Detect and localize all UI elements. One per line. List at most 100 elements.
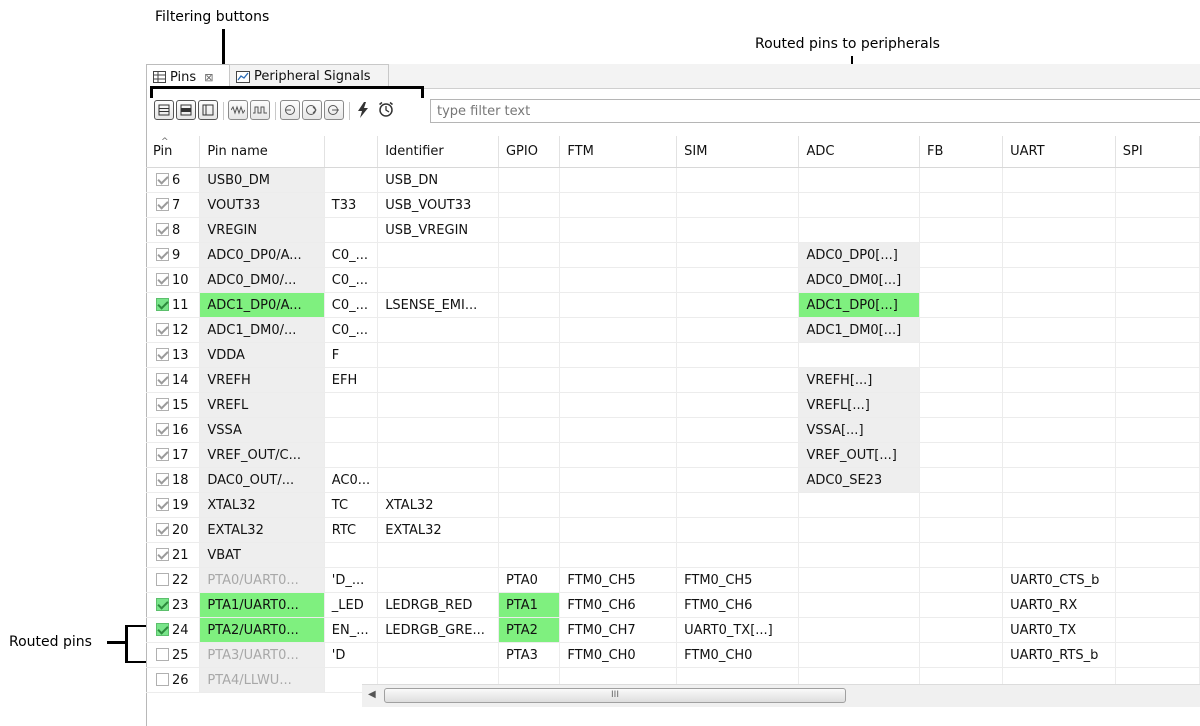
cell-label[interactable]: AC0... xyxy=(324,467,379,493)
cell-name[interactable]: PTA0/UART0... xyxy=(199,567,325,593)
cell-spi[interactable] xyxy=(1115,592,1200,618)
cell-adc[interactable]: ADC0_DM0[...] xyxy=(798,267,921,293)
cell-gpio[interactable] xyxy=(498,192,561,218)
cell-gpio[interactable] xyxy=(498,317,561,343)
close-icon[interactable]: ⊠ xyxy=(204,71,213,84)
cell-uart[interactable] xyxy=(1002,442,1116,468)
route-checkbox[interactable] xyxy=(156,497,169,511)
cell-uart[interactable] xyxy=(1002,217,1116,243)
cell-fb[interactable] xyxy=(919,367,1004,393)
table-row[interactable]: 25 PTA3/UART0... 'D PTA3 FTM0_CH0 FTM0_CH0 UAR… xyxy=(146,642,1200,668)
table-row[interactable]: 16 VSSA VSSA[...] xyxy=(146,417,1200,443)
cell-adc[interactable]: ADC1_DP0[...] xyxy=(798,292,921,318)
cell-uart[interactable] xyxy=(1002,292,1116,318)
route-checkbox[interactable] xyxy=(156,322,169,336)
cell-fb[interactable] xyxy=(919,267,1004,293)
cell-adc[interactable] xyxy=(798,617,921,643)
cell-id[interactable] xyxy=(377,442,499,468)
cell-id[interactable] xyxy=(377,367,499,393)
table-row[interactable]: 13 VDDA F xyxy=(146,342,1200,368)
cell-label[interactable]: EN_... xyxy=(324,617,379,643)
cell-spi[interactable] xyxy=(1115,317,1200,343)
cell-gpio[interactable] xyxy=(498,392,561,418)
col-pin-header[interactable]: ^ Pin xyxy=(146,136,201,168)
table-row[interactable]: 12 ADC1_DM0/... C0_... ADC1_DM0[...] xyxy=(146,317,1200,343)
cell-id[interactable] xyxy=(377,342,499,368)
cell-gpio[interactable] xyxy=(498,217,561,243)
cell-sim[interactable] xyxy=(676,292,800,318)
power-icon[interactable] xyxy=(357,102,369,122)
cell-label[interactable]: C0_... xyxy=(324,317,379,343)
table-row[interactable]: 6 USB0_DM USB_DN xyxy=(146,167,1200,193)
cell-sim[interactable] xyxy=(676,542,800,568)
table-row[interactable]: 18 DAC0_OUT/... AC0... ADC0_SE23 xyxy=(146,467,1200,493)
table-row[interactable]: 14 VREFH EFH VREFH[...] xyxy=(146,367,1200,393)
cell-ftm[interactable] xyxy=(559,167,678,193)
cell-adc[interactable] xyxy=(798,517,921,543)
cell-uart[interactable] xyxy=(1002,242,1116,268)
cell-gpio[interactable]: PTA3 xyxy=(498,642,561,668)
cell-ftm[interactable] xyxy=(559,442,678,468)
route-checkbox[interactable] xyxy=(156,572,169,586)
cell-id[interactable] xyxy=(377,467,499,493)
cell-adc[interactable]: VREF_OUT[...] xyxy=(798,442,921,468)
cell-name[interactable]: DAC0_OUT/... xyxy=(199,467,325,493)
cell-sim[interactable] xyxy=(676,517,800,543)
cell-name[interactable]: VOUT33 xyxy=(199,192,325,218)
cell-id[interactable] xyxy=(377,317,499,343)
cell-ftm[interactable] xyxy=(559,367,678,393)
cell-fb[interactable] xyxy=(919,492,1004,518)
scroll-left-icon[interactable]: ◀ xyxy=(368,689,376,700)
cell-ftm[interactable] xyxy=(559,492,678,518)
col-uart-header[interactable]: UART xyxy=(1002,136,1116,168)
cell-sim[interactable]: FTM0_CH6 xyxy=(676,592,800,618)
signal-pulse-icon[interactable] xyxy=(250,100,270,120)
cell-spi[interactable] xyxy=(1115,642,1200,668)
table-row[interactable]: 21 VBAT xyxy=(146,542,1200,568)
cell-spi[interactable] xyxy=(1115,467,1200,493)
route-checkbox[interactable] xyxy=(156,647,169,661)
cell-spi[interactable] xyxy=(1115,392,1200,418)
table-row[interactable]: 7 VOUT33 T33 USB_VOUT33 xyxy=(146,192,1200,218)
cell-adc[interactable] xyxy=(798,642,921,668)
cell-id[interactable] xyxy=(377,267,499,293)
cell-name[interactable]: ADC1_DP0/A... xyxy=(199,292,325,318)
table-row[interactable]: 15 VREFL VREFL[...] xyxy=(146,392,1200,418)
cell-fb[interactable] xyxy=(919,317,1004,343)
cell-uart[interactable] xyxy=(1002,167,1116,193)
cell-name[interactable]: USB0_DM xyxy=(199,167,325,193)
route-checkbox[interactable] xyxy=(156,522,169,536)
table-row[interactable]: 23 PTA1/UART0... _LED LEDRGB_RED PTA1 FTM0_CH… xyxy=(146,592,1200,618)
cell-fb[interactable] xyxy=(919,292,1004,318)
cell-ftm[interactable] xyxy=(559,542,678,568)
cell-sim[interactable] xyxy=(676,367,800,393)
table-row[interactable]: 24 PTA2/UART0... EN_... LEDRGB_GRE... PTA2 FT… xyxy=(146,617,1200,643)
cell-sim[interactable] xyxy=(676,492,800,518)
cell-name[interactable]: XTAL32 xyxy=(199,492,325,518)
cell-fb[interactable] xyxy=(919,417,1004,443)
table-row[interactable]: 20 EXTAL32 RTC EXTAL32 xyxy=(146,517,1200,543)
route-checkbox[interactable] xyxy=(156,672,169,686)
cell-fb[interactable] xyxy=(919,342,1004,368)
cell-ftm[interactable]: FTM0_CH6 xyxy=(559,592,678,618)
cell-gpio[interactable] xyxy=(498,342,561,368)
cell-fb[interactable] xyxy=(919,542,1004,568)
cell-label[interactable]: 'D xyxy=(324,642,379,668)
cell-gpio[interactable] xyxy=(498,517,561,543)
cell-spi[interactable] xyxy=(1115,242,1200,268)
cell-gpio[interactable] xyxy=(498,467,561,493)
cell-ftm[interactable] xyxy=(559,317,678,343)
table-row[interactable]: 17 VREF_OUT/C... VREF_OUT[...] xyxy=(146,442,1200,468)
cell-adc[interactable]: VREFH[...] xyxy=(798,367,921,393)
cell-spi[interactable] xyxy=(1115,292,1200,318)
cell-adc[interactable] xyxy=(798,342,921,368)
route-checkbox[interactable] xyxy=(156,622,169,636)
tab-peripheral-signals[interactable]: Peripheral Signals xyxy=(229,64,389,88)
cell-label[interactable]: TC xyxy=(324,492,379,518)
cell-label[interactable]: T33 xyxy=(324,192,379,218)
cell-gpio[interactable]: PTA2 xyxy=(498,617,561,643)
route-out-icon[interactable] xyxy=(280,100,300,120)
cell-adc[interactable]: VSSA[...] xyxy=(798,417,921,443)
cell-spi[interactable] xyxy=(1115,617,1200,643)
cell-fb[interactable] xyxy=(919,592,1004,618)
